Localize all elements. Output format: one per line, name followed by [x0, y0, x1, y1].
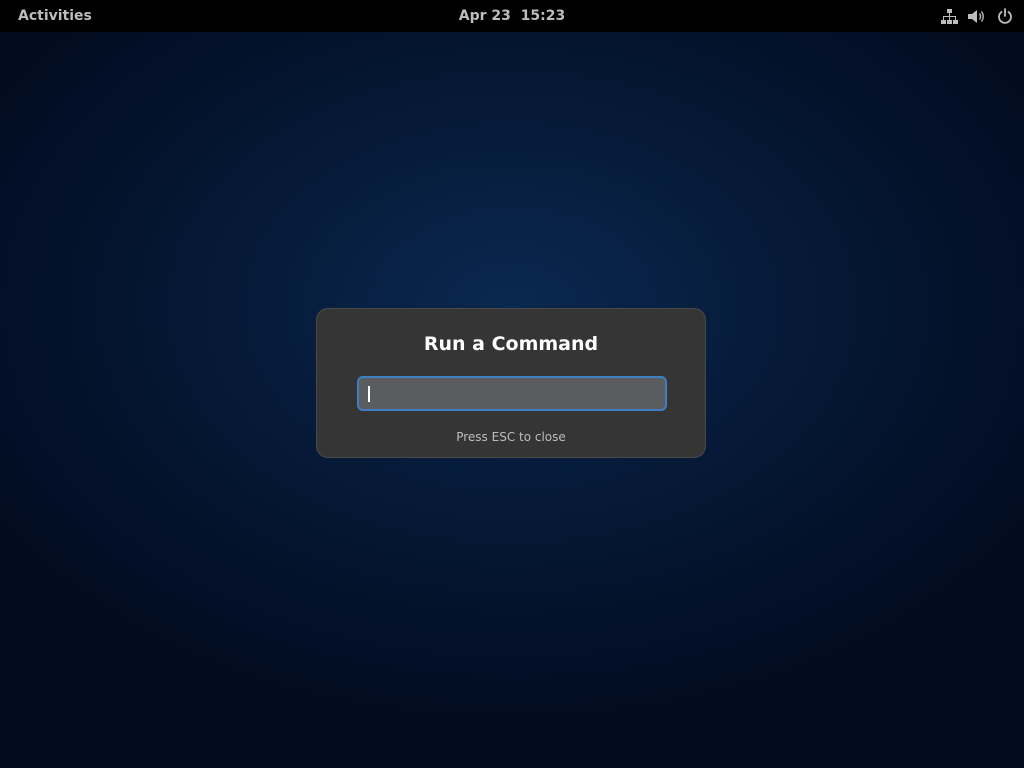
dialog-hint: Press ESC to close — [456, 430, 566, 444]
clock: Apr 23 15:23 — [0, 0, 1024, 32]
command-input[interactable] — [357, 376, 667, 411]
text-cursor — [368, 386, 370, 402]
run-command-dialog: Run a Command Press ESC to close — [316, 308, 706, 458]
clock-label[interactable]: Apr 23 15:23 — [459, 8, 565, 24]
volume-icon[interactable] — [968, 7, 986, 25]
activities-button[interactable]: Activities — [18, 0, 92, 32]
system-tray[interactable] — [940, 0, 1014, 32]
top-bar: Activities Apr 23 15:23 — [0, 0, 1024, 32]
network-icon[interactable] — [940, 7, 958, 25]
power-icon[interactable] — [996, 7, 1014, 25]
dialog-title: Run a Command — [423, 333, 599, 355]
